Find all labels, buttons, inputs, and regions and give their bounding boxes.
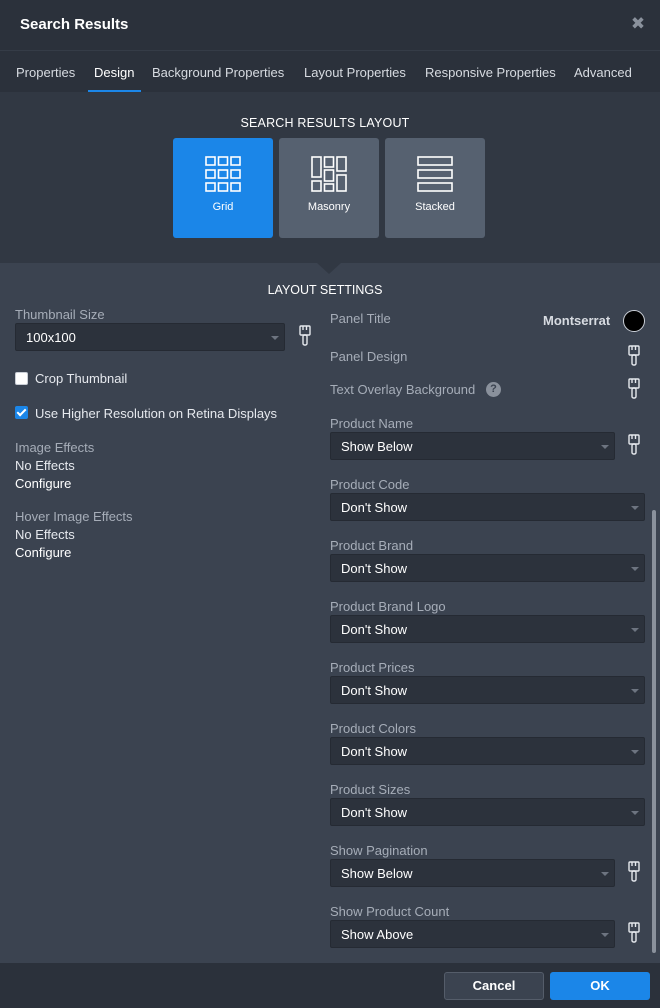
chevron-down-icon	[601, 872, 609, 876]
layout-option-stacked[interactable]: Stacked	[385, 138, 485, 238]
product-prices-value: Don't Show	[341, 683, 408, 698]
product-name-select[interactable]: Show Below	[330, 432, 615, 460]
crop-thumbnail-checkbox[interactable]	[15, 372, 28, 385]
layout-heading: SEARCH RESULTS LAYOUT	[240, 116, 410, 130]
product-code-label: Product Code	[330, 477, 410, 492]
product-colors-label: Product Colors	[330, 721, 416, 736]
chevron-down-icon	[631, 689, 639, 693]
chevron-down-icon	[601, 445, 609, 449]
product-sizes-select[interactable]: Don't Show	[330, 798, 645, 826]
layout-option-masonry[interactable]: Masonry	[279, 138, 379, 238]
product-brand-logo-label: Product Brand Logo	[330, 599, 446, 614]
masonry-icon	[311, 156, 347, 192]
product-sizes-value: Don't Show	[341, 805, 408, 820]
panel-pointer	[317, 263, 341, 274]
dialog-title: Search Results	[20, 16, 129, 33]
chevron-down-icon	[631, 811, 639, 815]
thumbnail-size-select[interactable]: 100x100	[15, 323, 285, 351]
image-effects-value: No Effects	[15, 458, 75, 473]
product-prices-select[interactable]: Don't Show	[330, 676, 645, 704]
image-effects-configure-link[interactable]: Configure	[15, 476, 71, 491]
retina-label: Use Higher Resolution on Retina Displays	[35, 406, 278, 421]
retina-checkbox[interactable]	[15, 406, 28, 419]
stacked-icon	[417, 156, 453, 192]
product-colors-value: Don't Show	[341, 744, 408, 759]
scrollbar[interactable]	[652, 510, 656, 953]
brush-icon[interactable]	[627, 434, 641, 456]
chevron-down-icon	[631, 628, 639, 632]
product-sizes-label: Product Sizes	[330, 782, 411, 797]
product-brand-value: Don't Show	[341, 561, 408, 576]
brush-icon[interactable]	[627, 345, 641, 367]
chevron-down-icon	[631, 750, 639, 754]
tab-properties[interactable]: Properties	[16, 65, 75, 80]
chevron-down-icon	[631, 567, 639, 571]
chevron-down-icon	[601, 933, 609, 937]
tab-advanced[interactable]: Advanced	[574, 65, 632, 80]
layout-settings-heading: LAYOUT SETTINGS	[267, 283, 383, 297]
panel-title-font[interactable]: Montserrat	[543, 313, 610, 328]
crop-thumbnail-label: Crop Thumbnail	[35, 371, 128, 386]
cancel-button[interactable]: Cancel	[444, 972, 544, 1000]
brush-icon[interactable]	[627, 861, 641, 883]
product-prices-label: Product Prices	[330, 660, 415, 675]
show-product-count-label: Show Product Count	[330, 904, 450, 919]
brush-icon[interactable]	[627, 378, 641, 400]
product-name-label: Product Name	[330, 416, 414, 431]
panel-design-label: Panel Design	[330, 349, 408, 364]
show-pagination-select[interactable]: Show Below	[330, 859, 615, 887]
tab-background-properties[interactable]: Background Properties	[152, 65, 284, 80]
tab-design[interactable]: Design	[94, 65, 134, 80]
product-name-value: Show Below	[341, 439, 413, 454]
help-icon[interactable]: ?	[486, 382, 501, 397]
hover-image-effects-value: No Effects	[15, 527, 75, 542]
tab-layout-properties[interactable]: Layout Properties	[304, 65, 406, 80]
hover-image-effects-configure-link[interactable]: Configure	[15, 545, 71, 560]
product-brand-logo-value: Don't Show	[341, 622, 408, 637]
dialog-footer: Cancel OK	[0, 963, 660, 1008]
layout-option-grid[interactable]: Grid	[173, 138, 273, 238]
product-code-value: Don't Show	[341, 500, 408, 515]
layout-option-label: Masonry	[307, 201, 351, 213]
show-product-count-select[interactable]: Show Above	[330, 920, 615, 948]
panel-title-label: Panel Title	[330, 311, 391, 326]
thumbnail-size-value: 100x100	[26, 330, 76, 345]
product-brand-select[interactable]: Don't Show	[330, 554, 645, 582]
image-effects-label: Image Effects	[15, 440, 95, 455]
show-pagination-value: Show Below	[341, 866, 413, 881]
panel-title-color-swatch[interactable]	[623, 310, 645, 332]
product-colors-select[interactable]: Don't Show	[330, 737, 645, 765]
brush-icon[interactable]	[298, 325, 312, 347]
layout-selector-panel: SEARCH RESULTS LAYOUT Grid Masonry Stack…	[0, 92, 660, 263]
grid-icon	[205, 156, 241, 192]
chevron-down-icon	[631, 506, 639, 510]
text-overlay-background-label: Text Overlay Background	[330, 382, 476, 397]
close-icon[interactable]: ✖	[628, 14, 648, 34]
tab-responsive-properties[interactable]: Responsive Properties	[425, 65, 556, 80]
product-code-select[interactable]: Don't Show	[330, 493, 645, 521]
layout-option-label: Stacked	[415, 201, 455, 213]
hover-image-effects-label: Hover Image Effects	[15, 509, 133, 524]
chevron-down-icon	[271, 336, 279, 340]
thumbnail-size-label: Thumbnail Size	[15, 307, 105, 322]
product-brand-label: Product Brand	[330, 538, 414, 553]
product-brand-logo-select[interactable]: Don't Show	[330, 615, 645, 643]
show-product-count-value: Show Above	[341, 927, 414, 942]
ok-button[interactable]: OK	[550, 972, 650, 1000]
brush-icon[interactable]	[627, 922, 641, 944]
show-pagination-label: Show Pagination	[330, 843, 428, 858]
layout-option-label: Grid	[212, 201, 234, 213]
dialog-titlebar: Search Results ✖	[0, 0, 660, 50]
tab-bar: Properties Design Background Properties …	[0, 50, 660, 93]
